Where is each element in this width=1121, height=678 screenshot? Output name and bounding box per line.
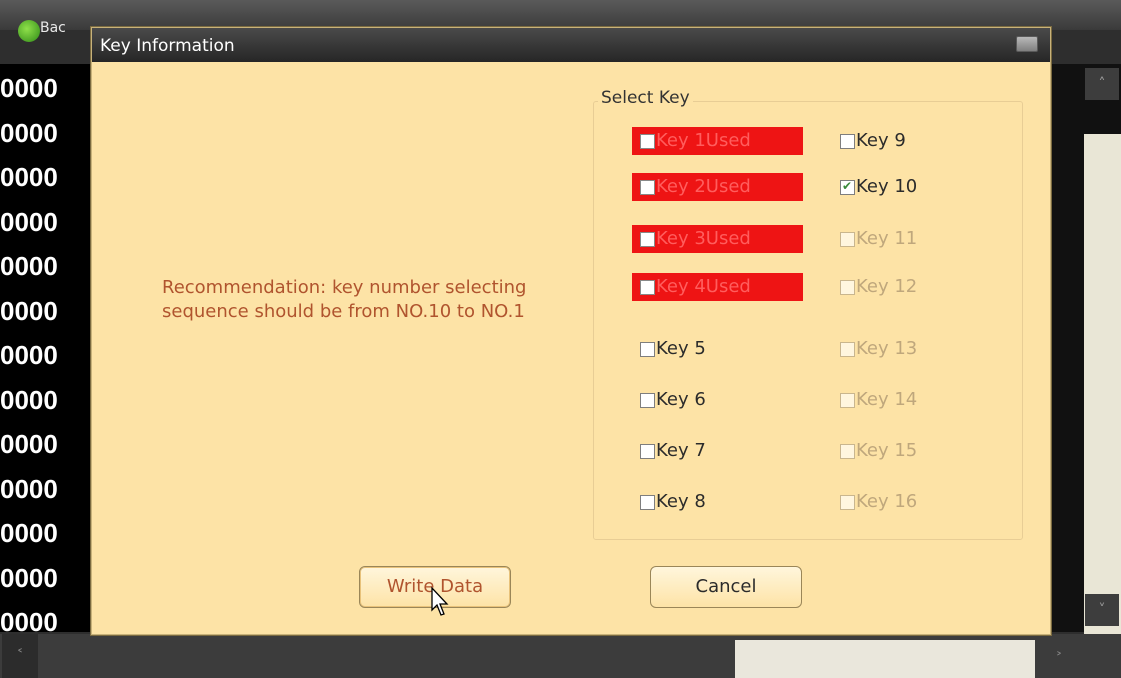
key-label: Key 1Used: [656, 130, 751, 151]
data-row: 0000: [0, 562, 58, 593]
key-label: Key 13: [856, 338, 918, 359]
checkbox-box: [840, 495, 855, 510]
background-right-area: [1084, 134, 1121, 634]
key-label: Key 6: [656, 389, 706, 410]
data-row: 0000: [0, 518, 58, 548]
key-label: Key 2Used: [656, 176, 751, 197]
key-checkbox-3: Key 3Used: [632, 225, 803, 253]
key-label: Key 16: [856, 491, 918, 512]
mouse-cursor-icon: [431, 586, 449, 616]
key-label: Key 14: [856, 389, 918, 410]
background-data-column: 0000 0000 0000 0000 0000 0000 0000 0000 0000 0000…: [0, 64, 92, 637]
checkbox-box: [840, 342, 855, 357]
checkmark-icon: ✔: [842, 179, 853, 193]
data-row: 0000: [0, 384, 58, 415]
checkbox-box[interactable]: [640, 444, 655, 459]
data-row: 0000: [0, 251, 58, 281]
background-bottom-field: [735, 640, 1035, 678]
key-information-dialog: Key Information Recommendation: key numb…: [91, 27, 1051, 635]
key-label: Key 4Used: [656, 276, 751, 297]
dialog-close-icon[interactable]: [1016, 36, 1038, 52]
key-label: Key 5: [656, 338, 706, 359]
checkbox-box: [840, 393, 855, 408]
key-checkbox-4: Key 4Used: [632, 273, 803, 301]
checkbox-box: [840, 280, 855, 295]
checkbox-box: [640, 180, 655, 195]
data-row: 0000: [0, 429, 58, 459]
key-checkbox-1: Key 1Used: [632, 127, 803, 155]
checkbox-box: [840, 232, 855, 247]
scroll-up-button[interactable]: ˄: [1085, 68, 1119, 100]
scroll-right-button[interactable]: ˃: [1045, 640, 1073, 678]
data-row: 0000: [0, 473, 58, 504]
key-label: Key 8: [656, 491, 706, 512]
key-label: Key 7: [656, 440, 706, 461]
dialog-titlebar[interactable]: Key Information: [92, 28, 1050, 62]
data-row: 0000: [0, 340, 58, 370]
scroll-down-button[interactable]: ˅: [1085, 594, 1119, 626]
background-window-titlebar: [0, 0, 1121, 30]
data-row: 0000: [0, 117, 58, 148]
data-row: 0000: [0, 73, 58, 103]
app-icon: [18, 20, 40, 42]
checkbox-box: [640, 232, 655, 247]
checkbox-box[interactable]: [840, 134, 855, 149]
select-key-label: Select Key: [598, 88, 693, 108]
key-label: Key 12: [856, 276, 918, 297]
key-label: Key 3Used: [656, 228, 751, 249]
key-label: Key 10: [856, 176, 918, 197]
cancel-button[interactable]: Cancel: [650, 566, 802, 608]
key-label: Key 9: [856, 130, 906, 151]
recommendation-text: Recommendation: key number selecting seq…: [162, 277, 527, 322]
checkbox-box: [640, 280, 655, 295]
checkbox-box[interactable]: [640, 495, 655, 510]
key-label: Key 11: [856, 228, 918, 249]
key-checkbox-2: Key 2Used: [632, 173, 803, 201]
key-label: Key 15: [856, 440, 918, 461]
data-row: 0000: [0, 162, 58, 192]
dialog-title: Key Information: [100, 36, 235, 56]
checkbox-box: [640, 134, 655, 149]
background-window-title: Bac: [40, 20, 66, 36]
checkbox-box[interactable]: [640, 342, 655, 357]
data-row: 0000: [0, 295, 58, 326]
select-key-group: [593, 101, 1023, 540]
checkbox-box[interactable]: [640, 393, 655, 408]
checkbox-box[interactable]: ✔: [840, 179, 855, 195]
scroll-left-button[interactable]: ˂: [2, 634, 38, 678]
data-row: 0000: [0, 206, 58, 237]
checkbox-box: [840, 444, 855, 459]
